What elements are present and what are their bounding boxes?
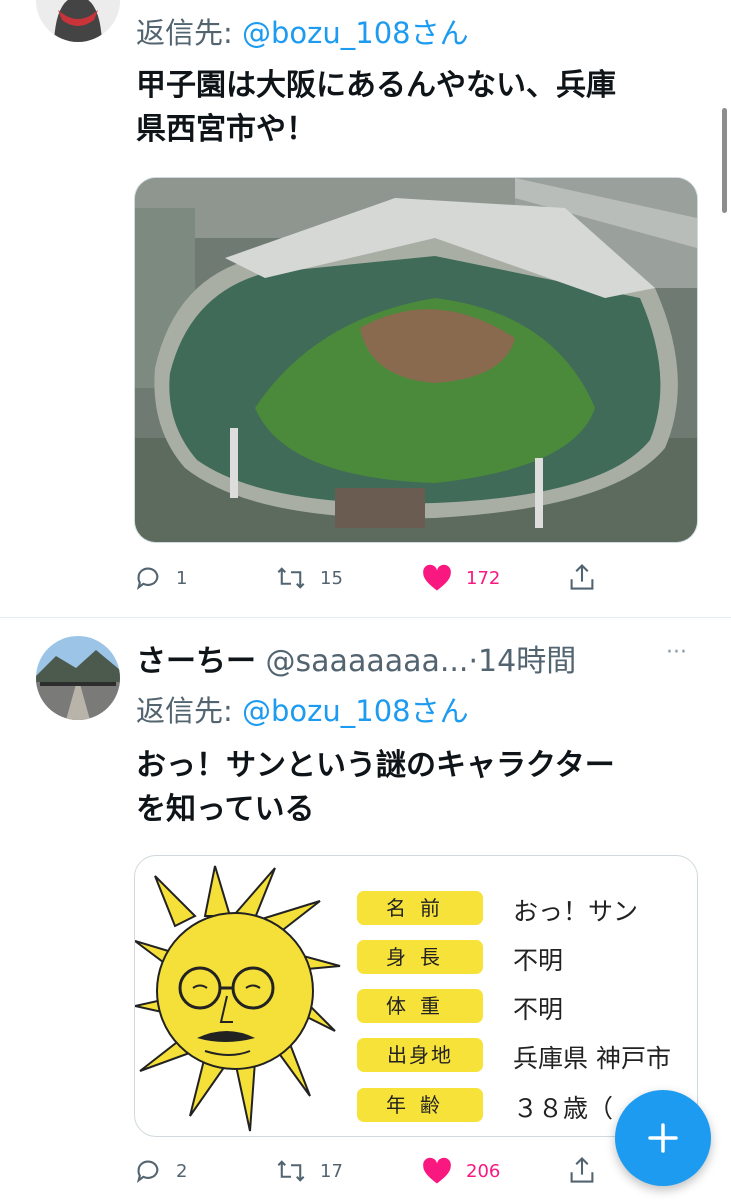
display-name[interactable]: さーちー xyxy=(136,644,256,679)
share-button[interactable] xyxy=(568,562,596,592)
heart-filled-icon xyxy=(423,564,451,591)
reply-to-line: 返信先: @bozu_108さん xyxy=(136,688,469,730)
share-button[interactable] xyxy=(568,1155,596,1185)
tweet-text-line: を知っている xyxy=(136,792,315,827)
reply-to-handle[interactable]: @bozu_108さん xyxy=(242,694,469,728)
retweet-icon xyxy=(277,567,305,589)
retweet-icon xyxy=(277,1160,305,1182)
tweet-text: 甲子園は大阪にあるんやない、兵庫 県西宮市や！ xyxy=(136,64,716,152)
tweet-photo-stadium[interactable] xyxy=(134,177,698,543)
reply-to-label: 返信先: xyxy=(136,694,233,728)
card-label-age: 年齢 xyxy=(357,1088,483,1122)
share-icon xyxy=(570,1156,594,1183)
card-label-height: 身長 xyxy=(357,940,483,974)
like-count: 172 xyxy=(466,567,501,589)
divider xyxy=(0,617,731,618)
sun-character-illustration xyxy=(135,865,341,1132)
tweet-text-line: 甲子園は大阪にあるんやない、兵庫 xyxy=(136,68,616,103)
reply-button[interactable]: 2 xyxy=(134,1157,187,1185)
avatar[interactable] xyxy=(36,636,120,720)
tweet-text: おっ！サンという謎のキャラクター を知っている xyxy=(136,744,716,832)
stadium-image xyxy=(135,178,697,542)
reply-count: 2 xyxy=(176,1160,188,1182)
card-value-age: ３８歳（ xyxy=(513,1094,614,1123)
card-label-name: 名前 xyxy=(357,891,483,925)
like-count: 206 xyxy=(466,1160,501,1182)
card-value-weight: 不明 xyxy=(513,995,564,1024)
card-value-height: 不明 xyxy=(513,946,564,975)
avatar[interactable] xyxy=(36,0,120,42)
retweet-button[interactable]: 15 xyxy=(276,564,343,592)
plus-icon xyxy=(648,1123,678,1153)
reply-icon xyxy=(136,1160,159,1183)
tweet-header: さーちー @saaaaaaa...·14時間 xyxy=(136,636,576,680)
reply-to-handle[interactable]: @bozu_108さん xyxy=(242,16,469,50)
like-button[interactable]: 206 xyxy=(422,1157,500,1185)
avatar-image xyxy=(36,0,120,42)
scrollbar[interactable] xyxy=(722,108,727,213)
more-options-button[interactable]: ··· xyxy=(666,640,687,665)
heart-filled-icon xyxy=(423,1157,451,1184)
reply-count: 1 xyxy=(176,567,188,589)
retweet-count: 17 xyxy=(320,1160,343,1182)
like-button[interactable]: 172 xyxy=(422,564,500,592)
avatar-image xyxy=(36,636,120,720)
reply-button[interactable]: 1 xyxy=(134,564,187,592)
reply-icon xyxy=(136,567,159,590)
tweet-text-line: 県西宮市や！ xyxy=(136,112,316,147)
card-label-weight: 体重 xyxy=(357,989,483,1023)
reply-to-label: 返信先: xyxy=(136,16,233,50)
username[interactable]: @saaaaaaa... xyxy=(266,644,469,679)
share-icon xyxy=(570,563,594,590)
retweet-button[interactable]: 17 xyxy=(276,1157,343,1185)
tweet-text-line: おっ！サンという謎のキャラクター xyxy=(136,748,615,783)
timestamp[interactable]: ·14時間 xyxy=(468,644,576,679)
card-value-name: おっ！サン xyxy=(513,897,639,926)
card-label-birthplace: 出身地 xyxy=(357,1038,483,1072)
tweet-photo-character-card[interactable]: 名前 おっ！サン 身長 不明 体重 不明 出身地 兵庫県 神戸市 年齢 ３８歳（ xyxy=(134,855,698,1137)
retweet-count: 15 xyxy=(320,567,343,589)
card-value-birthplace: 兵庫県 神戸市 xyxy=(513,1044,671,1073)
reply-to-line: 返信先: @bozu_108さん xyxy=(136,10,469,52)
compose-tweet-button[interactable] xyxy=(615,1090,711,1186)
